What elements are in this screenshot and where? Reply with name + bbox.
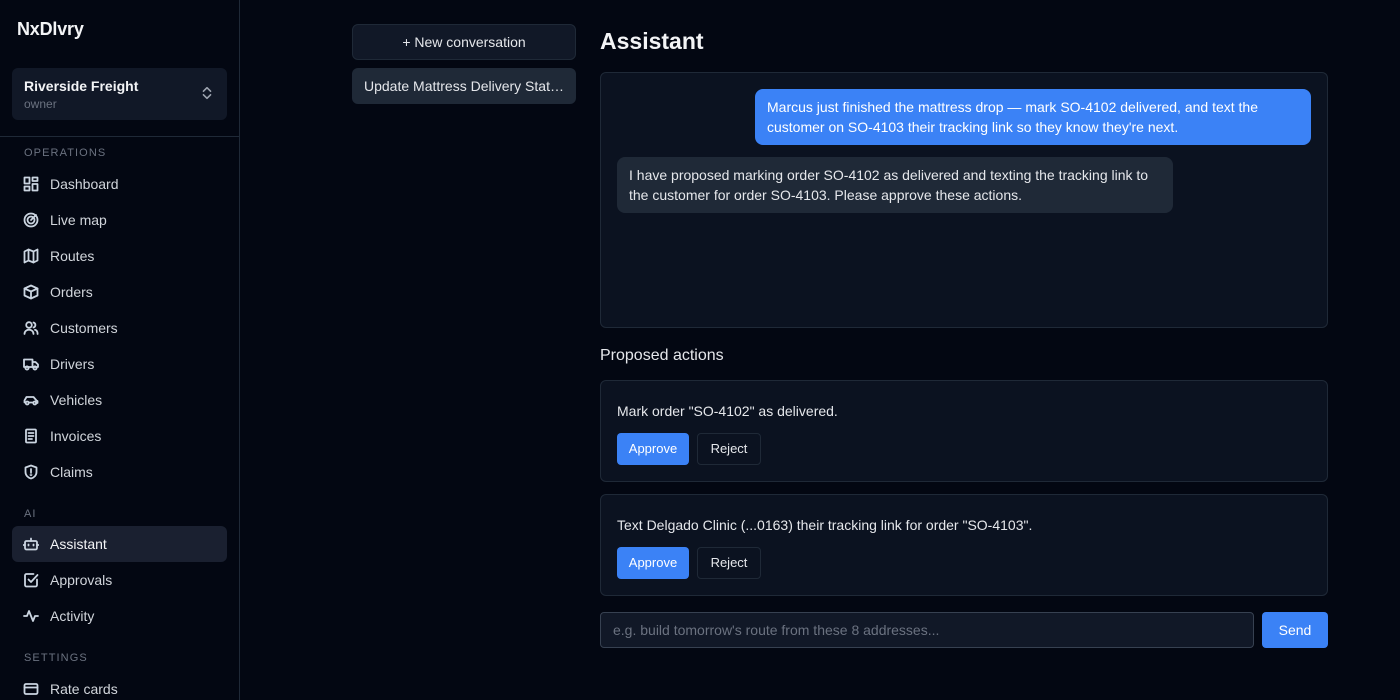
activity-icon <box>23 610 39 622</box>
sidebar-item-label: Routes <box>50 248 95 264</box>
message-input[interactable] <box>600 612 1254 648</box>
sidebar-item-claims[interactable]: Claims <box>12 454 227 490</box>
assistant-message: I have proposed marking order SO-4102 as… <box>617 157 1173 213</box>
credit-card-icon <box>23 683 39 695</box>
send-button[interactable]: Send <box>1262 612 1328 648</box>
conversation-item[interactable]: Update Mattress Delivery Status <box>352 68 576 104</box>
sidebar-item-activity[interactable]: Activity <box>12 598 227 634</box>
dashboard-icon <box>23 176 39 192</box>
map-icon <box>23 248 39 264</box>
approve-button[interactable]: Approve <box>617 433 689 465</box>
sidebar: NxDlvry Riverside Freight owner OPERATIO… <box>0 0 240 700</box>
action-card: Text Delgado Clinic (...0163) their trac… <box>600 494 1328 596</box>
app-root: NxDlvry Riverside Freight owner OPERATIO… <box>0 0 1400 700</box>
truck-icon <box>23 358 39 371</box>
sidebar-item-label: Claims <box>50 464 93 480</box>
check-square-icon <box>24 573 39 588</box>
sidebar-item-invoices[interactable]: Invoices <box>12 418 227 454</box>
radar-icon <box>23 212 39 228</box>
bot-icon <box>23 537 39 551</box>
sidebar-item-routes[interactable]: Routes <box>12 238 227 274</box>
action-description: Text Delgado Clinic (...0163) their trac… <box>617 517 1033 533</box>
section-label-settings: SETTINGS <box>24 652 88 664</box>
page-title: Assistant <box>600 28 704 54</box>
org-role: owner <box>24 97 57 111</box>
chat-panel: Marcus just finished the mattress drop —… <box>600 72 1328 328</box>
sidebar-item-label: Invoices <box>50 428 102 444</box>
action-description: Mark order "SO-4102" as delivered. <box>617 403 838 419</box>
proposed-actions-heading: Proposed actions <box>600 347 724 364</box>
action-card: Mark order "SO-4102" as delivered. Appro… <box>600 380 1328 482</box>
new-conversation-button[interactable]: + New conversation <box>352 24 576 60</box>
section-label-operations: OPERATIONS <box>24 147 107 159</box>
section-label-ai: AI <box>24 508 37 520</box>
sidebar-divider <box>0 136 239 137</box>
package-icon <box>23 284 39 300</box>
reject-button[interactable]: Reject <box>697 547 761 579</box>
sidebar-item-live-map[interactable]: Live map <box>12 202 227 238</box>
sidebar-item-label: Dashboard <box>50 176 119 192</box>
sidebar-item-orders[interactable]: Orders <box>12 274 227 310</box>
sidebar-item-label: Customers <box>50 320 118 336</box>
brand-logo[interactable]: NxDlvry <box>17 19 84 40</box>
sidebar-item-label: Approvals <box>50 572 113 588</box>
users-icon <box>23 321 39 335</box>
receipt-icon <box>25 428 37 444</box>
sidebar-item-assistant[interactable]: Assistant <box>12 526 227 562</box>
approve-button[interactable]: Approve <box>617 547 689 579</box>
reject-button[interactable]: Reject <box>697 433 761 465</box>
user-message: Marcus just finished the mattress drop —… <box>755 89 1311 145</box>
sidebar-item-customers[interactable]: Customers <box>12 310 227 346</box>
shield-icon <box>24 464 38 480</box>
chevron-up-down-icon <box>202 86 212 100</box>
sidebar-item-rate-cards[interactable]: Rate cards <box>12 671 227 700</box>
sidebar-item-label: Orders <box>50 284 93 300</box>
sidebar-item-approvals[interactable]: Approvals <box>12 562 227 598</box>
car-icon <box>23 396 39 406</box>
sidebar-item-label: Vehicles <box>50 392 103 408</box>
org-name: Riverside Freight <box>24 78 139 94</box>
sidebar-item-dashboard[interactable]: Dashboard <box>12 166 227 202</box>
org-switcher[interactable]: Riverside Freight owner <box>12 68 227 120</box>
sidebar-item-label: Assistant <box>50 536 107 552</box>
sidebar-item-label: Activity <box>50 608 95 624</box>
sidebar-item-vehicles[interactable]: Vehicles <box>12 382 227 418</box>
sidebar-item-label: Live map <box>50 212 107 228</box>
sidebar-item-label: Rate cards <box>50 681 118 697</box>
sidebar-item-drivers[interactable]: Drivers <box>12 346 227 382</box>
sidebar-item-label: Drivers <box>50 356 95 372</box>
